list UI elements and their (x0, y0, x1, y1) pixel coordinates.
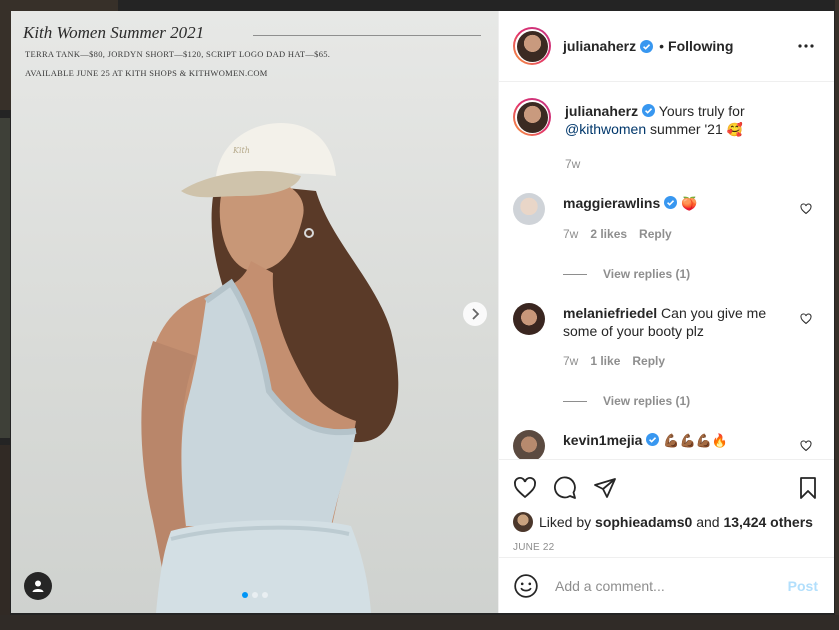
comment-input[interactable] (553, 576, 788, 595)
author-username[interactable]: julianaherz (563, 38, 636, 54)
heart-icon[interactable] (800, 203, 812, 215)
smiley-icon[interactable] (513, 573, 539, 599)
caption-emoji: 🥰 (726, 122, 743, 137)
comments-list[interactable]: julianaherz Yours truly for @kithwomen s… (499, 82, 834, 459)
likes-count[interactable]: 13,424 others (723, 514, 813, 530)
post-date: JUNE 22 (513, 542, 555, 553)
heart-icon[interactable] (800, 440, 812, 452)
verified-icon (642, 104, 656, 117)
caption-time: 7w (565, 157, 581, 171)
view-replies-button[interactable]: View replies (1) (563, 394, 818, 408)
post-actions: Liked by sophieadams0 and 13,424 others … (499, 459, 834, 557)
commenter-avatar[interactable] (513, 303, 545, 335)
cap-logo: Kith (233, 146, 250, 155)
carousel-dot (261, 592, 268, 598)
model-illustration (141, 123, 399, 613)
share-icon[interactable] (593, 476, 617, 500)
comment: kevin1mejia 💪🏾💪🏾💪🏾🔥 (513, 430, 818, 459)
verified-icon (640, 39, 654, 53)
post-sidebar: julianaherz • Following julianaherz Your… (498, 11, 834, 613)
likes-conj: and (696, 514, 720, 530)
next-photo-button[interactable] (463, 302, 487, 326)
commenter-username[interactable]: melaniefriedel (563, 305, 657, 321)
post-header: julianaherz • Following (499, 11, 834, 82)
comment-time: 7w (563, 227, 579, 241)
author-avatar[interactable] (513, 27, 551, 65)
comment-time: 7w (563, 354, 579, 368)
commenter-username[interactable]: maggierawlins (563, 195, 660, 211)
caption-text-after: summer '21 (650, 121, 723, 137)
post-comment-button[interactable]: Post (788, 578, 818, 594)
comment-emoji: 💪🏾💪🏾💪🏾🔥 (663, 433, 729, 448)
view-replies-button[interactable]: View replies (1) (563, 267, 818, 281)
comment: maggierawlins 🍑 7w 2 likes Reply (513, 193, 818, 243)
liker-username[interactable]: sophieadams0 (595, 514, 692, 530)
verified-icon (664, 196, 678, 209)
post-modal: Kith Women Summer 2021 TERRA TANK—$80, J… (11, 11, 834, 613)
caption-username[interactable]: julianaherz (565, 103, 638, 119)
comment-emoji: 🍑 (681, 196, 698, 211)
chevron-right-icon (472, 308, 480, 320)
caption-text: Yours truly for (658, 103, 745, 119)
post-photo: Kith Women Summer 2021 TERRA TANK—$80, J… (11, 11, 498, 613)
carousel-dots (11, 592, 498, 598)
commenter-avatar[interactable] (513, 193, 545, 225)
comment-likes[interactable]: 1 like (590, 354, 620, 368)
caption: julianaherz Yours truly for @kithwomen s… (513, 98, 818, 173)
liker-avatar[interactable] (513, 512, 533, 532)
comment: melaniefriedel Can you give me some of y… (513, 303, 818, 370)
likes-summary: Liked by sophieadams0 and 13,424 others (513, 512, 820, 532)
commenter-avatar[interactable] (513, 430, 545, 459)
comment-icon[interactable] (553, 476, 577, 500)
more-icon (798, 44, 814, 48)
commenter-username[interactable]: kevin1mejia (563, 432, 642, 448)
user-tag-icon (32, 580, 44, 592)
heart-icon[interactable] (800, 313, 812, 325)
add-comment-bar: Post (499, 557, 834, 613)
comment-likes[interactable]: 2 likes (590, 227, 627, 241)
likes-prefix: Liked by (539, 514, 592, 530)
bookmark-icon[interactable] (796, 476, 820, 500)
caption-avatar[interactable] (513, 98, 551, 136)
verified-icon (646, 433, 660, 446)
reply-button[interactable]: Reply (639, 227, 672, 241)
caption-mention[interactable]: @kithwomen (565, 121, 646, 137)
header-separator: • (659, 38, 665, 54)
carousel-dot (251, 592, 258, 598)
following-button[interactable]: Following (668, 38, 733, 54)
carousel-dot (241, 592, 248, 598)
reply-button[interactable]: Reply (632, 354, 665, 368)
more-options-button[interactable] (794, 34, 818, 58)
heart-icon[interactable] (513, 476, 537, 500)
